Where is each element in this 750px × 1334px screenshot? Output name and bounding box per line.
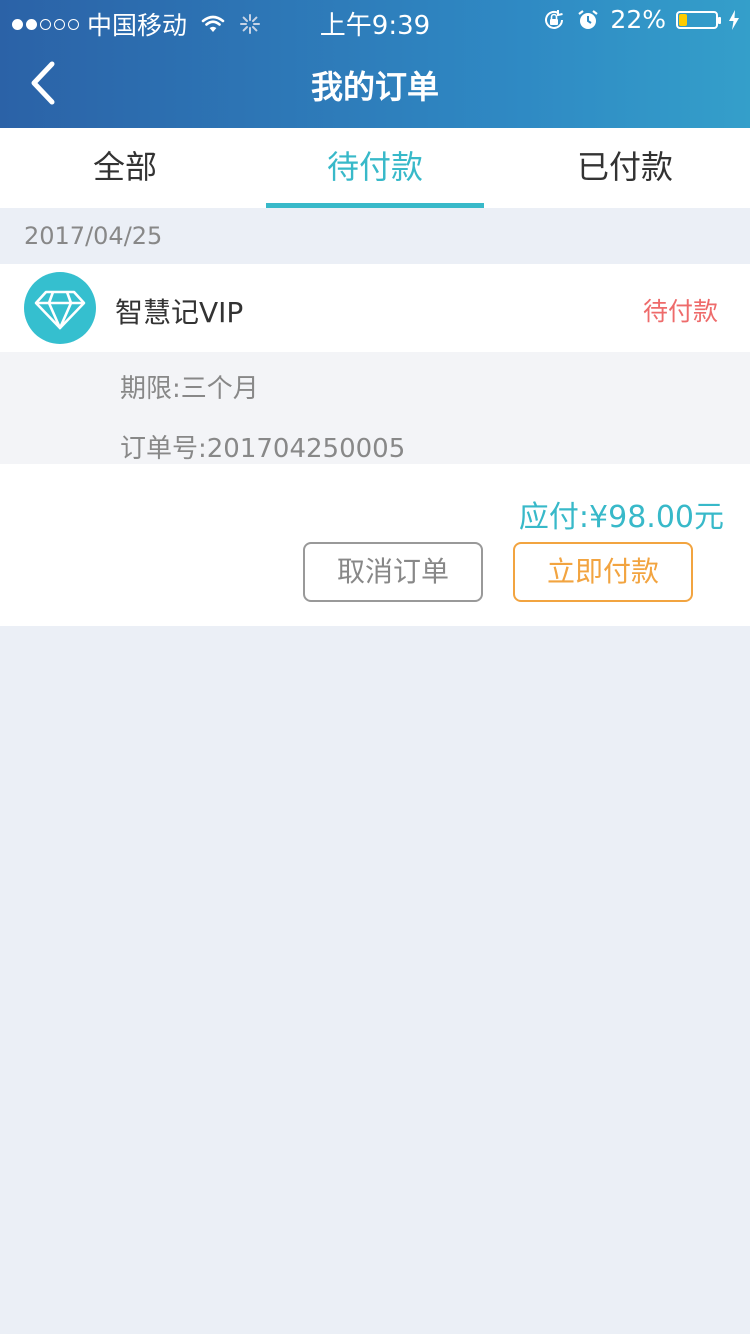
order-number: 订单号:201704250005	[120, 434, 406, 464]
orientation-lock-icon	[545, 9, 564, 29]
order-status: 待付款	[642, 297, 718, 326]
order-period: 期限:三个月	[120, 374, 259, 404]
page-title: 我的订单	[310, 68, 439, 106]
order-header[interactable]: 智慧记VIP 待付款	[0, 264, 750, 352]
order-tabs: 全部 待付款 已付款	[0, 128, 750, 208]
tab-paid[interactable]: 已付款	[500, 128, 750, 208]
amount-due: 应付:¥98.00元	[518, 500, 724, 535]
alarm-icon	[578, 9, 599, 29]
battery-percent: 22%	[610, 5, 666, 34]
diamond-icon	[34, 290, 86, 330]
app-header: 中国移动 上午9:39 22% 我的订单	[0, 0, 750, 128]
active-tab-indicator	[266, 203, 484, 208]
tab-all[interactable]: 全部	[0, 128, 250, 208]
nav-bar: 我的订单	[0, 40, 750, 128]
cancel-order-button[interactable]: 取消订单	[303, 542, 483, 602]
battery-icon	[676, 10, 721, 29]
charging-icon	[729, 9, 739, 30]
product-name: 智慧记VIP	[115, 296, 244, 329]
status-bar: 中国移动 上午9:39 22%	[0, 0, 750, 41]
order-footer: 应付:¥98.00元 取消订单 立即付款	[0, 464, 750, 626]
order-date: 2017/04/25	[24, 222, 163, 250]
status-right: 22%	[542, 5, 740, 34]
order-details: 期限:三个月 订单号:201704250005	[0, 352, 750, 464]
pay-now-button[interactable]: 立即付款	[513, 542, 693, 602]
vip-avatar	[24, 272, 96, 344]
tab-pending-payment[interactable]: 待付款	[250, 128, 500, 208]
